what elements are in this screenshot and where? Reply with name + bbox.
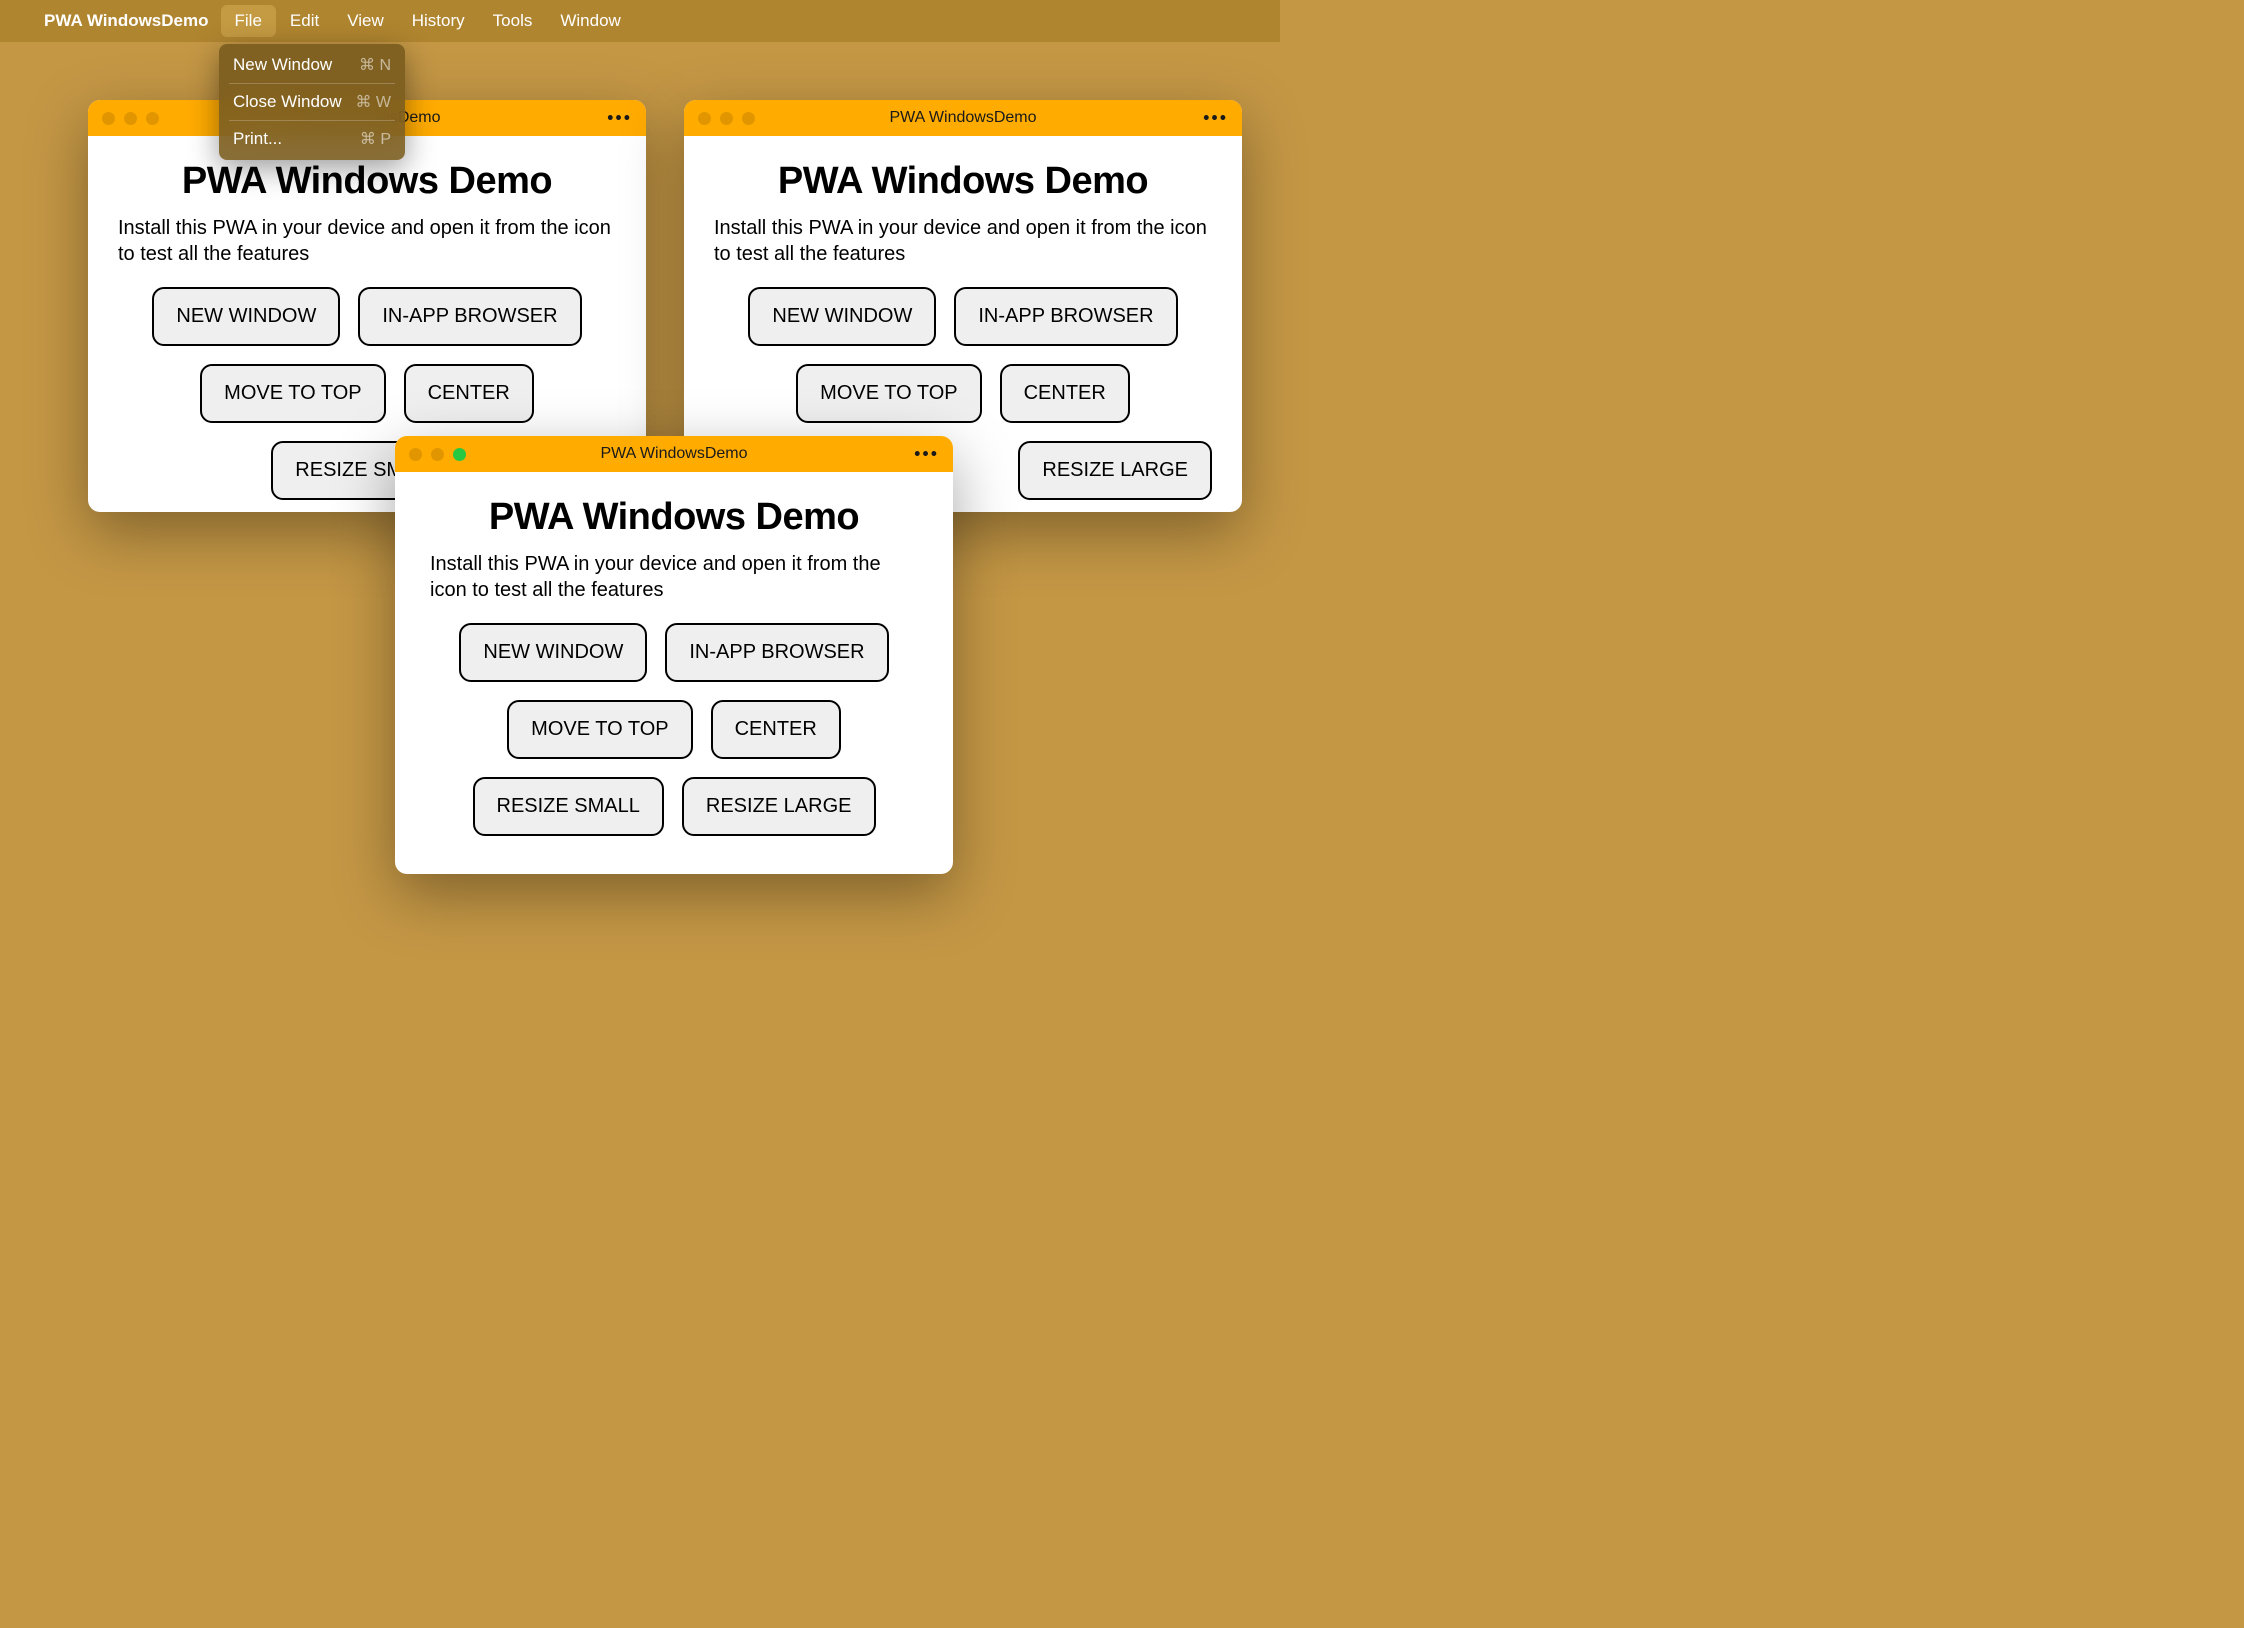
dropdown-separator [229, 120, 395, 121]
menu-item-window[interactable]: Window [546, 5, 634, 37]
dropdown-label: New Window [233, 55, 332, 75]
more-icon[interactable]: ••• [914, 444, 939, 465]
center-button[interactable]: CENTER [1000, 364, 1130, 423]
menu-item-file[interactable]: File [221, 5, 276, 37]
in-app-browser-button[interactable]: IN-APP BROWSER [358, 287, 581, 346]
minimize-icon[interactable] [124, 112, 137, 125]
move-to-top-button[interactable]: MOVE TO TOP [507, 700, 692, 759]
page-title: PWA Windows Demo [430, 496, 918, 539]
resize-large-button[interactable]: RESIZE LARGE [682, 777, 876, 836]
dropdown-shortcut: ⌘ N [359, 55, 391, 75]
app-name[interactable]: PWA WindowsDemo [32, 5, 221, 37]
dropdown-item-print[interactable]: Print... ⌘ P [219, 123, 405, 155]
traffic-lights [102, 112, 159, 125]
page-description: Install this PWA in your device and open… [714, 215, 1212, 267]
pwa-window-3[interactable]: PWA WindowsDemo ••• PWA Windows Demo Ins… [395, 436, 953, 874]
page-title: PWA Windows Demo [714, 160, 1212, 203]
menubar: PWA WindowsDemo File Edit View History T… [0, 0, 1280, 42]
in-app-browser-button[interactable]: IN-APP BROWSER [665, 623, 888, 682]
resize-small-button[interactable]: RESIZE SMALL [473, 777, 664, 836]
dropdown-label: Print... [233, 129, 282, 149]
menu-item-history[interactable]: History [398, 5, 479, 37]
titlebar[interactable]: PWA WindowsDemo ••• [395, 436, 953, 472]
page-description: Install this PWA in your device and open… [430, 551, 918, 603]
menu-item-tools[interactable]: Tools [479, 5, 547, 37]
dropdown-shortcut: ⌘ W [355, 92, 391, 112]
new-window-button[interactable]: NEW WINDOW [152, 287, 340, 346]
new-window-button[interactable]: NEW WINDOW [748, 287, 936, 346]
move-to-top-button[interactable]: MOVE TO TOP [200, 364, 385, 423]
close-icon[interactable] [409, 448, 422, 461]
new-window-button[interactable]: NEW WINDOW [459, 623, 647, 682]
traffic-lights [698, 112, 755, 125]
center-button[interactable]: CENTER [711, 700, 841, 759]
window-title: PWA WindowsDemo [601, 445, 748, 463]
menu-item-view[interactable]: View [333, 5, 398, 37]
minimize-icon[interactable] [431, 448, 444, 461]
in-app-browser-button[interactable]: IN-APP BROWSER [954, 287, 1177, 346]
dropdown-separator [229, 83, 395, 84]
maximize-icon[interactable] [742, 112, 755, 125]
titlebar[interactable]: PWA WindowsDemo ••• [684, 100, 1242, 136]
maximize-icon[interactable] [453, 448, 466, 461]
dropdown-shortcut: ⌘ P [360, 129, 391, 149]
more-icon[interactable]: ••• [1203, 108, 1228, 129]
close-icon[interactable] [698, 112, 711, 125]
page-description: Install this PWA in your device and open… [118, 215, 616, 267]
window-title: PWA WindowsDemo [890, 109, 1037, 127]
close-icon[interactable] [102, 112, 115, 125]
dropdown-item-new-window[interactable]: New Window ⌘ N [219, 49, 405, 81]
center-button[interactable]: CENTER [404, 364, 534, 423]
button-grid: NEW WINDOW IN-APP BROWSER MOVE TO TOP CE… [430, 623, 918, 836]
page-title: PWA Windows Demo [118, 160, 616, 203]
file-dropdown: New Window ⌘ N Close Window ⌘ W Print...… [219, 44, 405, 160]
minimize-icon[interactable] [720, 112, 733, 125]
move-to-top-button[interactable]: MOVE TO TOP [796, 364, 981, 423]
menu-item-edit[interactable]: Edit [276, 5, 333, 37]
maximize-icon[interactable] [146, 112, 159, 125]
dropdown-label: Close Window [233, 92, 342, 112]
dropdown-item-close-window[interactable]: Close Window ⌘ W [219, 86, 405, 118]
traffic-lights [409, 448, 466, 461]
window-content: PWA Windows Demo Install this PWA in you… [395, 472, 953, 860]
resize-large-button[interactable]: RESIZE LARGE [1018, 441, 1212, 500]
more-icon[interactable]: ••• [607, 108, 632, 129]
